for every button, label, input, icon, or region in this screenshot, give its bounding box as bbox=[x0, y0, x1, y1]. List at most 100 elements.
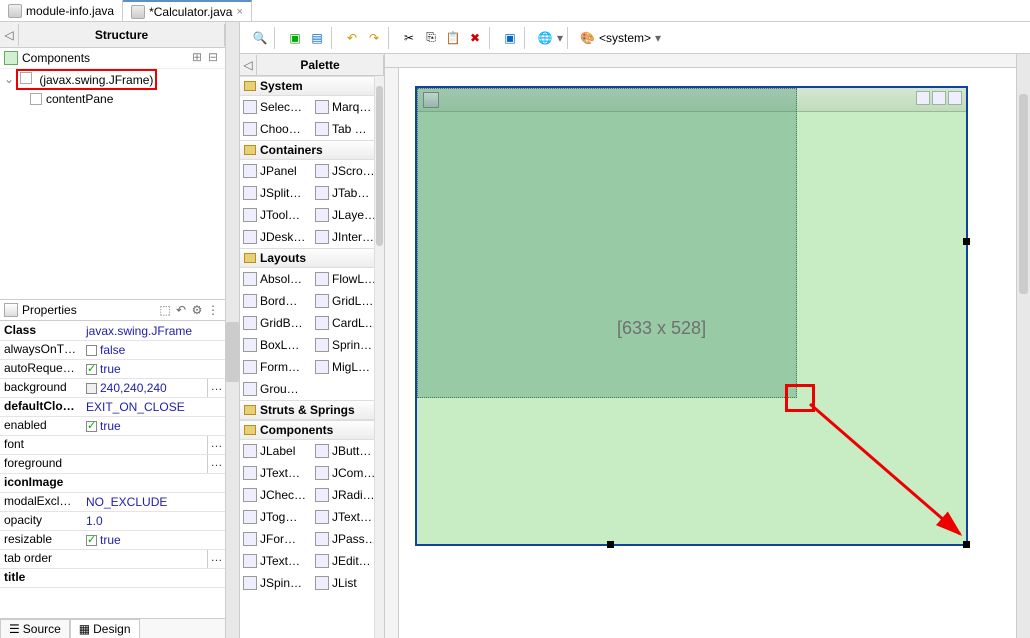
palette-item[interactable]: GridB… bbox=[240, 312, 312, 334]
palette-item[interactable]: JChec… bbox=[240, 484, 312, 506]
property-row[interactable]: title bbox=[0, 569, 225, 588]
undo-icon[interactable]: ↶ bbox=[342, 28, 362, 48]
toolbar-btn[interactable]: ⋮ bbox=[205, 303, 221, 317]
component-tree: ⌄ (javax.swing.JFrame) contentPane bbox=[0, 69, 225, 299]
palette-title: Palette bbox=[256, 55, 384, 75]
copy-icon[interactable]: ⎘ bbox=[421, 28, 441, 48]
tree-node-root[interactable]: ⌄ (javax.swing.JFrame) bbox=[0, 69, 225, 89]
property-row[interactable]: alwaysOnT…false bbox=[0, 341, 225, 360]
palette-section-components[interactable]: Components bbox=[240, 420, 384, 440]
designer-toolbar: 🔍 ▣ ▤ ↶ ↷ ✂ ⎘ 📋 ✖ ▣ 🌐 ▾ bbox=[240, 22, 1030, 54]
property-row[interactable]: Classjavax.swing.JFrame bbox=[0, 322, 225, 341]
property-row[interactable]: opacity1.0 bbox=[0, 512, 225, 531]
property-row[interactable]: foreground… bbox=[0, 455, 225, 474]
edit-button[interactable]: … bbox=[207, 550, 225, 568]
toolbar-btn[interactable]: ↶ bbox=[173, 303, 189, 317]
expand-icon[interactable]: ⌄ bbox=[4, 72, 16, 86]
locale-icon[interactable]: 🌐 bbox=[535, 28, 555, 48]
palette-scrollbar[interactable] bbox=[374, 76, 384, 638]
tree-node-child[interactable]: contentPane bbox=[0, 89, 225, 109]
chevron-left-icon[interactable]: ◁ bbox=[0, 28, 18, 42]
palette-item[interactable]: Selec… bbox=[240, 96, 312, 118]
palette-item[interactable]: JTog… bbox=[240, 506, 312, 528]
palette-item[interactable]: JText… bbox=[240, 462, 312, 484]
property-row[interactable]: defaultClo…EXIT_ON_CLOSE bbox=[0, 398, 225, 417]
frame-icon bbox=[20, 72, 32, 84]
palette-item[interactable]: Choo… bbox=[240, 118, 312, 140]
palette-item[interactable]: JDesk… bbox=[240, 226, 312, 248]
palette-header: ◁ Palette bbox=[240, 54, 384, 76]
palette-item[interactable]: JSpin… bbox=[240, 572, 312, 594]
palette-item[interactable]: JSplit… bbox=[240, 182, 312, 204]
property-row[interactable]: resizabletrue bbox=[0, 531, 225, 550]
palette-section-layouts[interactable]: Layouts bbox=[240, 248, 384, 268]
jframe-preview[interactable]: [633 x 528] bbox=[415, 86, 968, 546]
editor-scrollbar[interactable] bbox=[1016, 54, 1030, 638]
cut-icon[interactable]: ✂ bbox=[399, 28, 419, 48]
events-view-icon[interactable]: ▤ bbox=[307, 28, 327, 48]
minimize-icon bbox=[916, 91, 930, 105]
paste-icon[interactable]: 📋 bbox=[443, 28, 463, 48]
chevron-left-icon[interactable]: ◁ bbox=[240, 58, 256, 72]
close-icon[interactable]: × bbox=[236, 6, 242, 18]
palette-item[interactable]: JPanel bbox=[240, 160, 312, 182]
dropdown-icon: ▾ bbox=[655, 31, 661, 45]
tab-calculator[interactable]: *Calculator.java × bbox=[123, 0, 252, 21]
edit-button[interactable]: … bbox=[207, 379, 225, 397]
splitter[interactable] bbox=[226, 22, 240, 638]
expand-all-icon[interactable]: ⊞ bbox=[189, 50, 205, 66]
property-row[interactable]: autoReques…true bbox=[0, 360, 225, 379]
design-canvas[interactable]: [633 x 528] bbox=[385, 54, 1016, 638]
palette-section-containers[interactable]: Containers bbox=[240, 140, 384, 160]
palette-item[interactable]: JFor… bbox=[240, 528, 312, 550]
palette-item[interactable]: Grou… bbox=[240, 378, 312, 400]
property-row[interactable]: font… bbox=[0, 436, 225, 455]
ruler-horizontal bbox=[385, 54, 1016, 68]
dropdown-icon[interactable]: ▾ bbox=[557, 31, 563, 45]
palette-item[interactable]: JTool… bbox=[240, 204, 312, 226]
delete-icon[interactable]: ✖ bbox=[465, 28, 485, 48]
components-header: Components ⊞ ⊟ bbox=[0, 48, 225, 69]
property-row[interactable]: modalExclu…NO_EXCLUDE bbox=[0, 493, 225, 512]
palette-section-system[interactable]: System bbox=[240, 76, 384, 96]
toolbar-btn[interactable]: ⚙ bbox=[189, 303, 205, 317]
property-row[interactable]: tab order… bbox=[0, 550, 225, 569]
edit-button[interactable]: … bbox=[207, 436, 225, 454]
resize-handle-e[interactable] bbox=[963, 238, 970, 245]
collapse-all-icon[interactable]: ⊟ bbox=[205, 50, 221, 66]
maximize-icon bbox=[932, 91, 946, 105]
palette-item[interactable]: JText… bbox=[240, 550, 312, 572]
editor-mode-tabs: ☰ Source ▦ Design bbox=[0, 618, 225, 638]
redo-icon[interactable]: ↷ bbox=[364, 28, 384, 48]
tab-design[interactable]: ▦ Design bbox=[70, 619, 140, 638]
tab-source[interactable]: ☰ Source bbox=[0, 619, 70, 638]
tab-label: *Calculator.java bbox=[149, 5, 232, 19]
panel-icon bbox=[30, 93, 42, 105]
preview-icon[interactable]: ▣ bbox=[500, 28, 520, 48]
properties-table: Classjavax.swing.JFrame alwaysOnT…false … bbox=[0, 321, 225, 618]
edit-button[interactable]: … bbox=[207, 455, 225, 473]
palette-item[interactable]: Form… bbox=[240, 356, 312, 378]
tab-label: module-info.java bbox=[26, 4, 114, 18]
source-icon: ☰ bbox=[9, 622, 20, 636]
annotation-highlight: (javax.swing.JFrame) bbox=[16, 69, 157, 90]
palette-section-struts[interactable]: Struts & Springs bbox=[240, 400, 384, 420]
properties-icon bbox=[4, 303, 18, 317]
palette-item[interactable]: Bord… bbox=[240, 290, 312, 312]
ruler-vertical bbox=[385, 68, 399, 638]
resize-handle-s[interactable] bbox=[607, 541, 614, 548]
resize-handle-se[interactable] bbox=[963, 541, 970, 548]
palette-item[interactable]: JLabel bbox=[240, 440, 312, 462]
laf-selector[interactable]: 🎨 <system> ▾ bbox=[574, 31, 667, 45]
zoom-in-icon[interactable]: 🔍 bbox=[250, 28, 270, 48]
tab-module-info[interactable]: module-info.java bbox=[0, 0, 123, 21]
folder-icon bbox=[244, 405, 256, 415]
property-row[interactable]: background240,240,240… bbox=[0, 379, 225, 398]
toolbar-btn[interactable]: ⬚ bbox=[157, 303, 173, 317]
property-row[interactable]: enabledtrue bbox=[0, 417, 225, 436]
palette-item[interactable]: Absol… bbox=[240, 268, 312, 290]
property-row[interactable]: iconImage bbox=[0, 474, 225, 493]
palette-item[interactable]: BoxL… bbox=[240, 334, 312, 356]
props-view-icon[interactable]: ▣ bbox=[285, 28, 305, 48]
size-label: [633 x 528] bbox=[617, 318, 706, 339]
